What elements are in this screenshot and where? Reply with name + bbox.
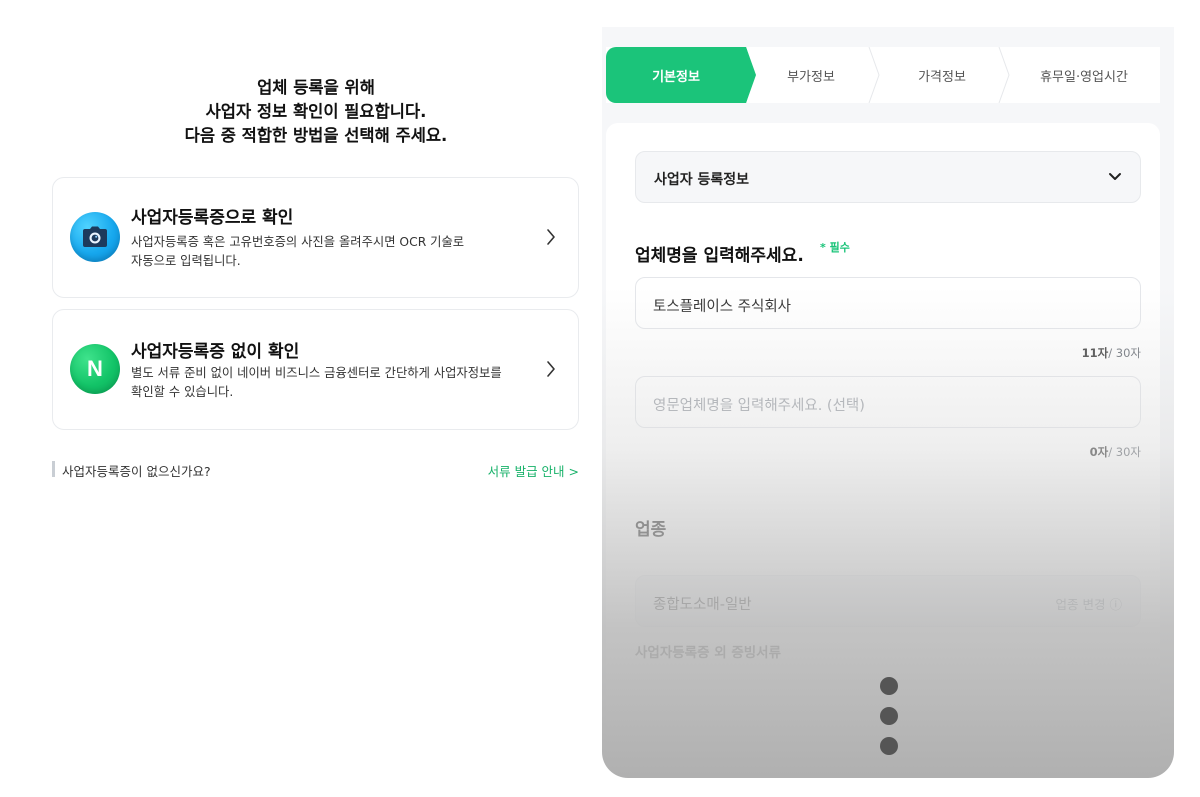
- supporting-docs-title: 사업자등록증 외 증빙서류: [635, 645, 782, 661]
- camera-icon: [70, 212, 120, 262]
- business-name-char-count: 11자/ 30자: [1082, 345, 1141, 361]
- step-holiday-hours[interactable]: 휴무일·영업시간: [1008, 47, 1160, 103]
- dot: [880, 737, 898, 755]
- dot: [880, 707, 898, 725]
- industry-section-title: 업종: [635, 520, 667, 540]
- card-title: 사업자등록증으로 확인: [131, 208, 294, 228]
- char-count: 11자: [1081, 346, 1109, 360]
- document-issue-guide-link[interactable]: 서류 발급 안내 >: [488, 461, 579, 480]
- business-verify-panel: 업체 등록을 위해 사업자 정보 확인이 필요합니다. 다음 중 적합한 방법을…: [0, 0, 600, 797]
- char-count: 0자: [1089, 445, 1109, 459]
- card-description: 사업자등록증 혹은 고유번호증의 사진을 올려주시면 OCR 기술로 자동으로 …: [131, 233, 531, 271]
- business-info-dropdown[interactable]: 사업자 등록정보: [635, 151, 1141, 203]
- card-title: 사업자등록증 없이 확인: [131, 342, 300, 362]
- char-max: / 30자: [1108, 346, 1141, 360]
- chevron-right-icon: [547, 229, 555, 245]
- card-description-line: 별도 서류 준비 없이 네이버 비즈니스 금융센터로 간단하게 사업자정보를: [131, 366, 502, 380]
- naver-n-icon: N: [70, 344, 120, 394]
- registration-form-preview: 기본정보 부가정보 가격정보 휴무일·영업시간 사업자 등록정보 업체명을 입력…: [602, 27, 1174, 778]
- step-progress: 기본정보 부가정보 가격정보 휴무일·영업시간: [606, 47, 1160, 103]
- dropdown-label: 사업자 등록정보: [654, 172, 750, 188]
- business-name-value: 토스플레이스 주식회사: [653, 299, 792, 315]
- verify-with-certificate-card[interactable]: 사업자등록증으로 확인 사업자등록증 혹은 고유번호증의 사진을 올려주시면 O…: [52, 177, 579, 298]
- more-dots-icon: [880, 677, 898, 767]
- chevron-down-icon: [1109, 173, 1121, 180]
- step-basic-info[interactable]: 기본정보: [606, 47, 746, 103]
- dot: [880, 677, 898, 695]
- card-description-line: 사업자등록증 혹은 고유번호증의 사진을 올려주시면 OCR 기술로: [131, 235, 465, 249]
- char-max: / 30자: [1108, 445, 1141, 459]
- card-description-line: 자동으로 입력됩니다.: [131, 254, 241, 268]
- english-name-placeholder: 영문업체명을 입력해주세요. (선택): [653, 398, 865, 414]
- intro-line-2: 사업자 정보 확인이 필요합니다.: [205, 102, 427, 121]
- business-name-input[interactable]: 토스플레이스 주식회사: [635, 277, 1141, 329]
- top-strip: [602, 27, 1160, 47]
- card-description: 별도 서류 준비 없이 네이버 비즈니스 금융센터로 간단하게 사업자정보를 확…: [131, 364, 531, 402]
- intro-line-1: 업체 등록을 위해: [257, 78, 375, 97]
- step-extra-info[interactable]: 부가정보: [746, 47, 876, 103]
- step-price-info[interactable]: 가격정보: [876, 47, 1008, 103]
- naver-letter: N: [87, 356, 103, 381]
- intro-line-3: 다음 중 적합한 방법을 선택해 주세요.: [184, 126, 448, 145]
- document-help-row: 사업자등록증이 없으신가요? 서류 발급 안내 >: [52, 460, 579, 480]
- chevron-right-icon: [547, 361, 555, 377]
- industry-field: 종합도소매-일반 업종 변경 ⓘ: [635, 575, 1141, 627]
- verify-without-certificate-card[interactable]: N 사업자등록증 없이 확인 별도 서류 준비 없이 네이버 비즈니스 금융센터…: [52, 309, 579, 430]
- industry-change-button[interactable]: 업종 변경 ⓘ: [1056, 594, 1122, 613]
- no-certificate-question: 사업자등록증이 없으신가요?: [62, 464, 211, 479]
- english-name-char-count: 0자/ 30자: [1090, 444, 1141, 460]
- divider: [52, 461, 55, 477]
- required-badge: * 필수: [820, 241, 850, 254]
- intro-text: 업체 등록을 위해 사업자 정보 확인이 필요합니다. 다음 중 적합한 방법을…: [52, 76, 580, 148]
- business-name-question: 업체명을 입력해주세요.: [635, 246, 804, 266]
- industry-value: 종합도소매-일반: [653, 597, 752, 613]
- card-description-line: 확인할 수 있습니다.: [131, 385, 234, 399]
- english-name-input[interactable]: 영문업체명을 입력해주세요. (선택): [635, 376, 1141, 428]
